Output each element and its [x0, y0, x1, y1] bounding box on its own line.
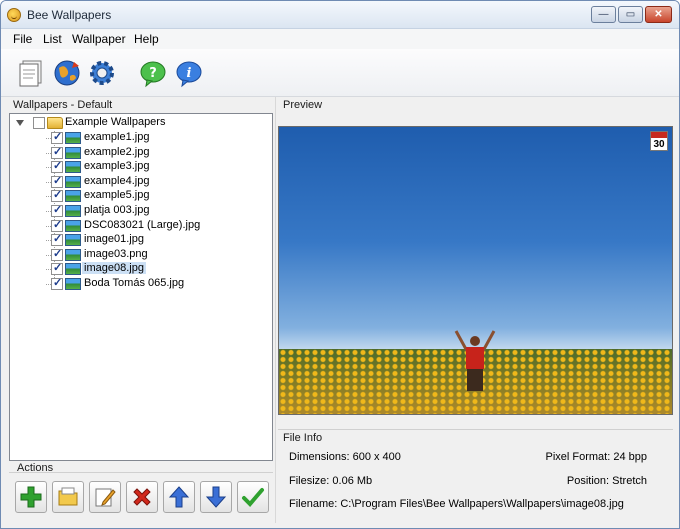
root-checkbox[interactable] [33, 117, 45, 129]
image-file-icon [65, 132, 81, 144]
new-list-icon[interactable] [17, 58, 47, 88]
help-icon[interactable]: ? [138, 58, 168, 88]
tree-item-label: example2.jpg [84, 146, 150, 158]
item-checkbox[interactable] [51, 159, 63, 173]
add-button[interactable] [15, 481, 47, 513]
image-file-icon [65, 176, 81, 188]
menu-file[interactable]: File [13, 32, 32, 46]
window-title: Bee Wallpapers [27, 8, 112, 22]
position-text: Position: Stretch [566, 475, 647, 487]
wallpaper-preview: 30 [278, 126, 673, 415]
tree-item-label: example5.jpg [84, 189, 150, 201]
image-file-icon [65, 234, 81, 246]
tree-item[interactable]: image08.jpg [10, 261, 272, 276]
collapse-arrow-icon[interactable] [16, 120, 24, 126]
tree-item[interactable]: DSC083021 (Large).jpg [10, 218, 272, 233]
tree-item-label: image01.jpg [84, 233, 144, 245]
item-checkbox[interactable] [51, 203, 63, 217]
tree-label: Wallpapers - Default [13, 99, 113, 111]
tree-item-label: example3.jpg [84, 160, 150, 172]
root-label: Example Wallpapers [65, 116, 166, 128]
item-checkbox[interactable] [51, 276, 63, 290]
settings-gear-icon[interactable] [87, 58, 117, 88]
edit-button[interactable] [89, 481, 121, 513]
menu-bar: File List Wallpaper Help [1, 29, 679, 49]
apply-button[interactable] [237, 481, 269, 513]
tree-item-label: image03.png [84, 248, 148, 260]
image-file-icon [65, 220, 81, 232]
pane-splitter[interactable] [275, 97, 276, 523]
item-checkbox[interactable] [51, 261, 63, 275]
move-down-icon [205, 486, 227, 508]
item-checkbox[interactable] [51, 218, 63, 232]
wallpaper-tree[interactable]: Example Wallpapers example1.jpg example2.… [9, 113, 273, 461]
delete-button[interactable] [126, 481, 158, 513]
tree-item[interactable]: example5.jpg [10, 188, 272, 203]
menu-list[interactable]: List [43, 32, 62, 46]
image-file-icon [65, 249, 81, 261]
item-checkbox[interactable] [51, 145, 63, 159]
tree-item[interactable]: example3.jpg [10, 159, 272, 174]
minimize-button[interactable]: — [591, 6, 616, 23]
edit-icon [95, 488, 116, 507]
image-file-icon [65, 161, 81, 173]
tree-item-label: Boda Tomás 065.jpg [84, 277, 185, 289]
apply-check-icon [242, 488, 264, 507]
tree-item-label: example1.jpg [84, 131, 150, 143]
bee-app-icon [7, 8, 21, 22]
move-down-button[interactable] [200, 481, 232, 513]
item-checkbox[interactable] [51, 232, 63, 246]
menu-wallpaper[interactable]: Wallpaper [72, 32, 126, 46]
svg-text:i: i [187, 66, 192, 81]
tree-item-label: DSC083021 (Large).jpg [84, 219, 201, 231]
filename-text: Filename: C:\Program Files\Bee Wallpaper… [289, 498, 624, 510]
svg-text:?: ? [149, 66, 157, 81]
filesize-text: Filesize: 0.06 Mb [289, 475, 373, 487]
actions-toolbar [9, 472, 273, 520]
item-checkbox[interactable] [51, 247, 63, 261]
open-folder-button[interactable] [52, 481, 84, 513]
tree-item[interactable]: Boda Tomás 065.jpg [10, 276, 272, 291]
info-icon[interactable]: i [174, 58, 204, 88]
folder-icon [47, 117, 63, 129]
tree-item[interactable]: platja 003.jpg [10, 203, 272, 218]
toolbar: ? i [1, 49, 679, 97]
close-button[interactable]: ✕ [645, 6, 672, 23]
open-folder-icon [58, 487, 78, 506]
tree-item-label: example4.jpg [84, 175, 150, 187]
tree-item-label: platja 003.jpg [84, 204, 150, 216]
item-checkbox[interactable] [51, 188, 63, 202]
app-window: Bee Wallpapers — ▭ ✕ File List Wallpaper… [0, 0, 680, 529]
pixel-format-text: Pixel Format: 24 bpp [545, 451, 648, 463]
image-file-icon [65, 190, 81, 202]
tree-item[interactable]: image01.jpg [10, 232, 272, 247]
tree-item[interactable]: image03.png [10, 247, 272, 262]
image-file-icon [65, 205, 81, 217]
menu-help[interactable]: Help [134, 32, 159, 46]
image-file-icon [65, 147, 81, 159]
tree-item-label: image08.jpg [82, 262, 146, 274]
tree-item[interactable]: example1.jpg [10, 130, 272, 145]
preview-label: Preview [283, 99, 323, 111]
dimensions-text: Dimensions: 600 x 400 [289, 451, 401, 463]
maximize-button[interactable]: ▭ [618, 6, 643, 23]
tree-item[interactable]: example4.jpg [10, 174, 272, 189]
title-bar[interactable]: Bee Wallpapers — ▭ ✕ [1, 1, 679, 29]
image-file-icon [65, 263, 81, 275]
add-icon [20, 486, 42, 508]
item-checkbox[interactable] [51, 130, 63, 144]
item-checkbox[interactable] [51, 174, 63, 188]
move-up-icon [168, 486, 190, 508]
delete-icon [133, 488, 151, 506]
globe-icon[interactable] [52, 58, 82, 88]
tree-item[interactable]: example2.jpg [10, 145, 272, 160]
move-up-button[interactable] [163, 481, 195, 513]
image-file-icon [65, 278, 81, 290]
file-info-panel: Dimensions: 600 x 400 Pixel Format: 24 b… [278, 429, 673, 521]
person-figure [454, 330, 496, 391]
calendar-icon: 30 [650, 131, 668, 151]
